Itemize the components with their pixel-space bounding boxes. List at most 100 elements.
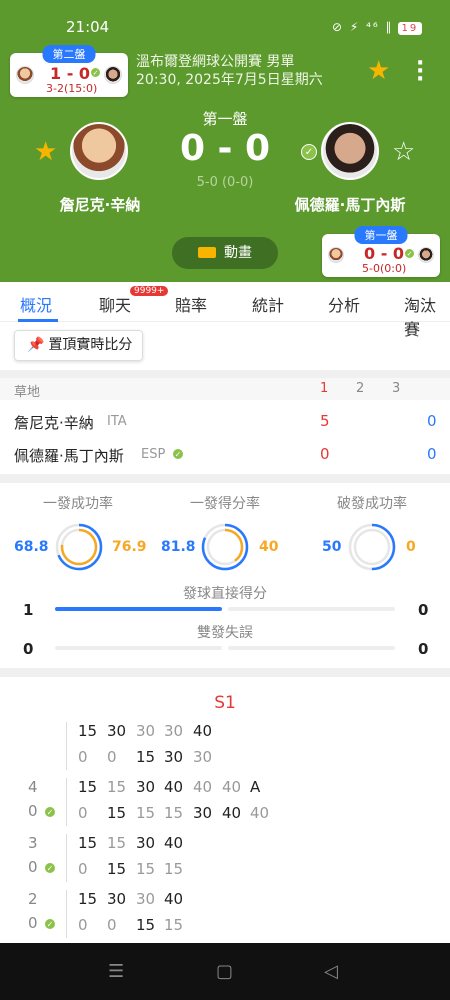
scoreboard-country: ITA bbox=[107, 414, 127, 429]
first-serve-won-label: 一發得分率 bbox=[190, 496, 260, 512]
game-p1-count: 2 bbox=[28, 890, 38, 908]
game-p1-count: 4 bbox=[28, 778, 38, 796]
first-serve-pct-ring bbox=[55, 523, 103, 571]
set-col-1: 1 bbox=[320, 381, 329, 396]
game-divider bbox=[66, 890, 67, 938]
point-score-p2: 15 bbox=[164, 860, 184, 878]
point-score-p1: 40 bbox=[164, 778, 184, 796]
player1-mini-avatar bbox=[16, 66, 34, 84]
point-score-p2: 15 bbox=[136, 916, 156, 934]
tab-odds[interactable]: 賠率 bbox=[175, 292, 207, 316]
double-faults-p2: 0 bbox=[418, 640, 429, 658]
tab-chat[interactable]: 聊天 bbox=[99, 292, 131, 316]
tab-analysis[interactable]: 分析 bbox=[328, 292, 360, 316]
serving-indicator-icon: ✓ bbox=[301, 144, 317, 160]
match-datetime: 20:30, 2025年7月5日星期六 bbox=[136, 72, 323, 88]
point-score-p2: 15 bbox=[164, 916, 184, 934]
game-divider bbox=[66, 722, 67, 770]
menu-nav-icon[interactable]: ☰ bbox=[108, 961, 124, 982]
aces-p2: 0 bbox=[418, 601, 429, 619]
player1-name[interactable]: 詹尼克·辛納 bbox=[20, 194, 180, 215]
divider bbox=[0, 668, 450, 677]
tab-stats[interactable]: 統計 bbox=[252, 292, 284, 316]
break-points-p1: 50 bbox=[322, 539, 342, 555]
point-score-p2: 0 bbox=[78, 860, 88, 878]
player2-name[interactable]: 佩德羅·馬丁內斯 bbox=[270, 194, 430, 215]
serve-indicator-icon: ✓ bbox=[404, 248, 415, 259]
double-faults-label: 雙發失誤 bbox=[197, 625, 253, 641]
divider bbox=[0, 370, 450, 378]
divider bbox=[0, 474, 450, 483]
tournament-info: 溫布爾登網球公開賽 男單 20:30, 2025年7月5日星期六 bbox=[136, 53, 323, 89]
scoreboard-set1: 5 bbox=[320, 412, 330, 430]
double-faults-bar-left bbox=[55, 646, 222, 650]
match-header: 21:04 ⊘ ⚡ ⁴⁶ ∥ 19 第二盤 1 - 0 ✓ 3-2(15:0) 溫… bbox=[0, 0, 450, 282]
tv-icon bbox=[198, 247, 216, 258]
point-score-p1: 40 bbox=[164, 890, 184, 908]
game-p1-count: 3 bbox=[28, 834, 38, 852]
more-menu-icon[interactable]: · · · bbox=[416, 53, 424, 91]
point-score-p2: 40 bbox=[250, 804, 270, 822]
set1-mini-card[interactable]: 第一盤 0 - 0 ✓ 5-0(0:0) bbox=[322, 226, 440, 277]
player2-avatar[interactable] bbox=[321, 122, 379, 180]
first-serve-pct-label: 一發成功率 bbox=[43, 496, 113, 512]
system-nav-bar: ☰ ▢ ◁ bbox=[0, 943, 450, 1000]
point-score-p1: 15 bbox=[78, 722, 98, 740]
point-score-p1: 15 bbox=[78, 834, 98, 852]
back-nav-icon[interactable]: ◁ bbox=[324, 961, 338, 982]
scoreboard-country: ESP bbox=[141, 447, 166, 462]
serve-indicator-icon: ✓ bbox=[44, 806, 56, 818]
set1-tag: 第一盤 bbox=[354, 226, 408, 244]
scoreboard-player-name: 詹尼克·辛納 bbox=[14, 414, 94, 432]
aces-p1: 1 bbox=[23, 601, 34, 619]
set2-score: 1 - 0 bbox=[50, 64, 91, 83]
set-col-2: 2 bbox=[356, 381, 365, 396]
game-divider bbox=[66, 834, 67, 882]
first-serve-won-ring bbox=[201, 523, 249, 571]
animation-button[interactable]: 動畫 bbox=[172, 237, 278, 269]
serve-indicator-icon: ✓ bbox=[44, 862, 56, 874]
point-score-p2: 15 bbox=[136, 748, 156, 766]
aces-bar-left-fill bbox=[55, 607, 222, 611]
point-score-p2: 30 bbox=[193, 804, 213, 822]
pin-live-score-button[interactable]: 📌 置頂實時比分 bbox=[14, 330, 143, 361]
point-score-p1: 30 bbox=[136, 834, 156, 852]
status-signal-icons: ⊘ ⚡ ⁴⁶ ∥ bbox=[332, 20, 394, 34]
game-divider bbox=[66, 778, 67, 826]
scoreboard-total: 0 bbox=[427, 412, 437, 430]
scoreboard-header: 草地 1 2 3 bbox=[0, 378, 450, 400]
serve-indicator-icon: ✓ bbox=[44, 918, 56, 930]
point-score-p2: 15 bbox=[107, 860, 127, 878]
active-tab-indicator bbox=[18, 319, 58, 322]
point-score-p2: 15 bbox=[164, 804, 184, 822]
point-score-p1: 40 bbox=[222, 778, 242, 796]
set2-sub-score: 3-2(15:0) bbox=[46, 82, 98, 95]
tournament-name: 溫布爾登網球公開賽 男單 bbox=[136, 54, 295, 70]
set2-mini-card[interactable]: 第二盤 1 - 0 ✓ 3-2(15:0) bbox=[10, 45, 128, 97]
double-faults-p1: 0 bbox=[23, 640, 34, 658]
point-score-p1: 15 bbox=[107, 834, 127, 852]
home-nav-icon[interactable]: ▢ bbox=[216, 961, 233, 982]
point-score-p1: 15 bbox=[78, 778, 98, 796]
point-score-p1: A bbox=[250, 778, 261, 796]
point-score-p2: 0 bbox=[107, 748, 117, 766]
set-col-3: 3 bbox=[392, 381, 401, 396]
game-p2-count: 0 bbox=[28, 858, 38, 876]
point-score-p2: 15 bbox=[136, 860, 156, 878]
ring-p2-arc-track bbox=[353, 528, 391, 566]
first-serve-pct-p1: 68.8 bbox=[14, 539, 49, 555]
player2-mini-avatar bbox=[104, 66, 122, 84]
point-score-p1: 30 bbox=[136, 890, 156, 908]
point-score-p1: 30 bbox=[164, 722, 184, 740]
tab-overview[interactable]: 概況 bbox=[20, 292, 52, 316]
player2-favorite-star-icon[interactable]: ☆ bbox=[392, 137, 415, 167]
point-score-p1: 15 bbox=[107, 778, 127, 796]
favorite-star-icon[interactable]: ★ bbox=[367, 56, 390, 86]
set1-sub-score: 5-0(0:0) bbox=[362, 262, 407, 275]
set1-score: 0 - 0 bbox=[364, 244, 405, 263]
point-score-p1: 15 bbox=[78, 890, 98, 908]
player1-mini-avatar bbox=[328, 247, 344, 263]
point-score-p2: 0 bbox=[78, 804, 88, 822]
point-score-p2: 15 bbox=[107, 804, 127, 822]
tab-knockout[interactable]: 淘汰賽 bbox=[404, 292, 450, 340]
